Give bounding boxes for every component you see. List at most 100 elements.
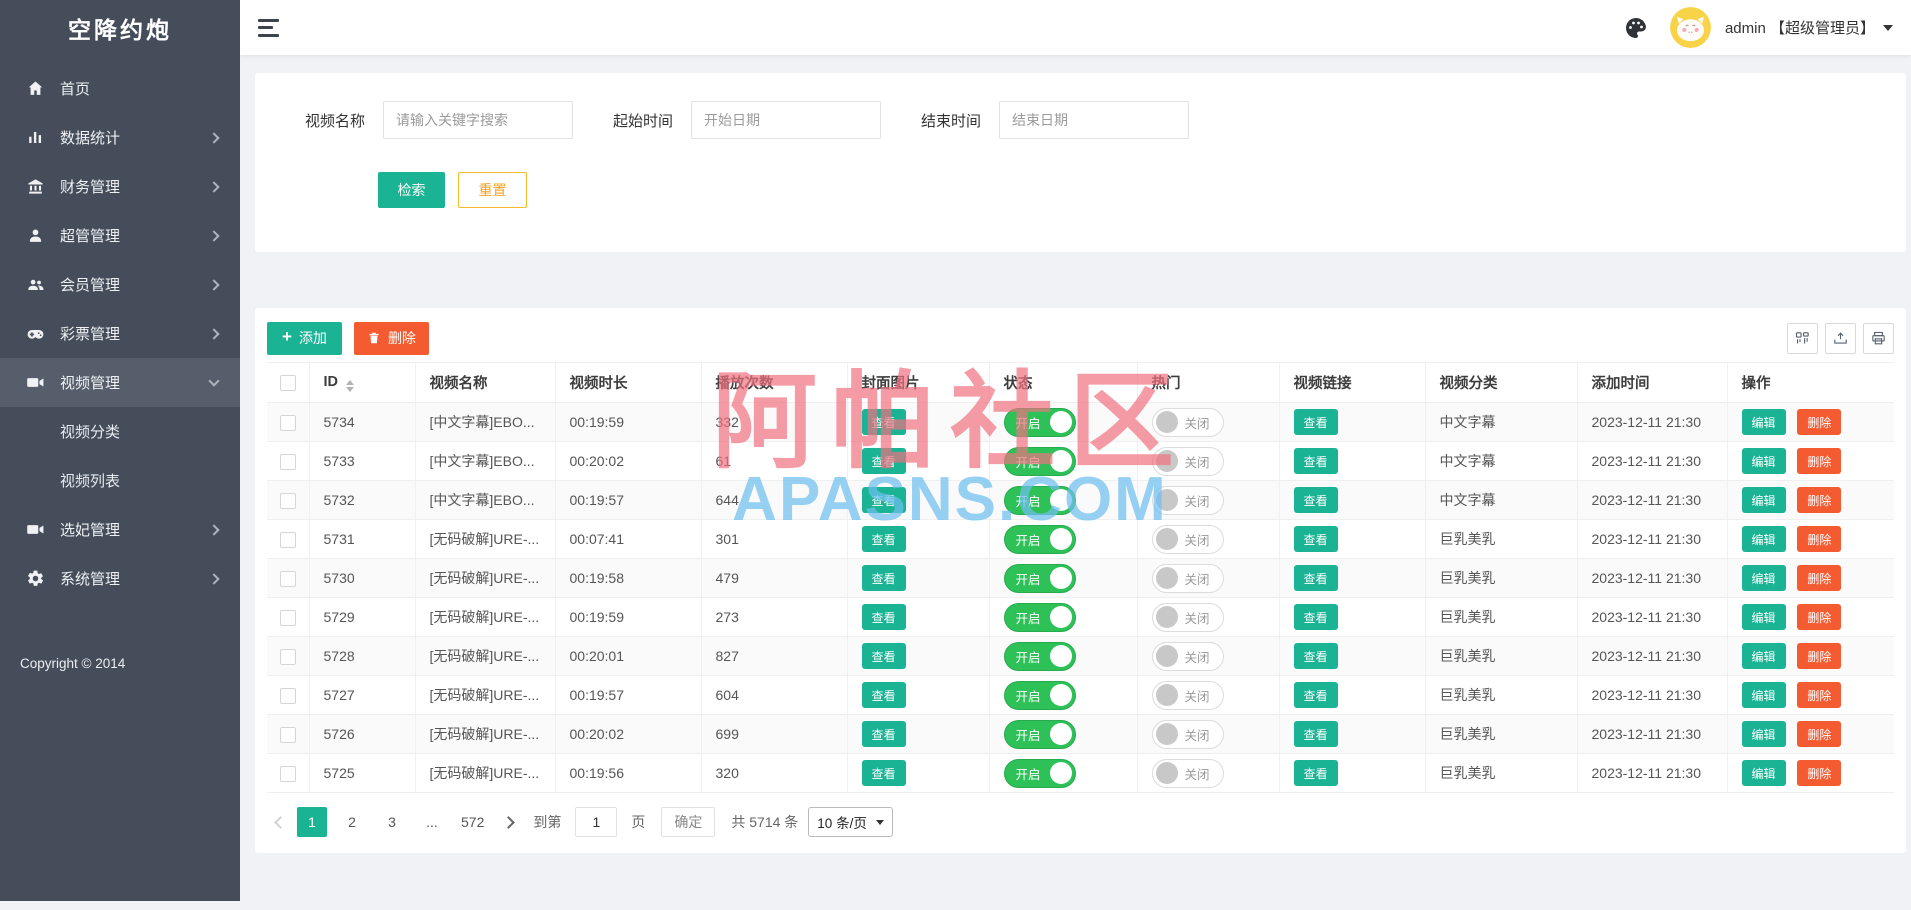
goto-confirm-button[interactable]: 确定 (661, 807, 715, 837)
row-delete-button[interactable]: 删除 (1797, 721, 1841, 747)
status-toggle-on[interactable]: 开启 (1004, 408, 1076, 437)
link-view-button[interactable]: 查看 (1294, 526, 1338, 552)
row-delete-button[interactable]: 删除 (1797, 409, 1841, 435)
print-button[interactable] (1863, 323, 1894, 354)
hamburger-menu-icon[interactable] (258, 19, 284, 37)
cover-view-button[interactable]: 查看 (862, 409, 906, 435)
header-id[interactable]: ID (309, 363, 415, 403)
sidebar-item-home[interactable]: 首页 (0, 64, 240, 113)
row-delete-button[interactable]: 删除 (1797, 643, 1841, 669)
columns-filter-button[interactable] (1787, 323, 1818, 354)
cover-view-button[interactable]: 查看 (862, 448, 906, 474)
page-number[interactable]: 3 (377, 807, 407, 837)
row-delete-button[interactable]: 删除 (1797, 448, 1841, 474)
end-date-input[interactable] (999, 101, 1189, 139)
per-page-select[interactable]: 10 条/页 (808, 807, 893, 837)
edit-button[interactable]: 编辑 (1742, 448, 1786, 474)
row-delete-button[interactable]: 删除 (1797, 526, 1841, 552)
status-toggle-on[interactable]: 开启 (1004, 486, 1076, 515)
edit-button[interactable]: 编辑 (1742, 760, 1786, 786)
theme-palette-icon[interactable] (1624, 16, 1648, 40)
next-page-icon[interactable] (502, 816, 515, 829)
cover-view-button[interactable]: 查看 (862, 760, 906, 786)
row-delete-button[interactable]: 删除 (1797, 604, 1841, 630)
link-view-button[interactable]: 查看 (1294, 448, 1338, 474)
row-checkbox[interactable] (280, 493, 296, 509)
edit-button[interactable]: 编辑 (1742, 409, 1786, 435)
user-menu[interactable]: admin 【超级管理员】 (1725, 17, 1893, 38)
sidebar-item-superadmin[interactable]: 超管管理 (0, 211, 240, 260)
sidebar-item-girls[interactable]: 选妃管理 (0, 505, 240, 554)
hot-toggle-off[interactable]: 关闭 (1152, 525, 1224, 554)
status-toggle-on[interactable]: 开启 (1004, 525, 1076, 554)
row-delete-button[interactable]: 删除 (1797, 565, 1841, 591)
link-view-button[interactable]: 查看 (1294, 604, 1338, 630)
page-number[interactable]: 572 (457, 807, 488, 837)
hot-toggle-off[interactable]: 关闭 (1152, 759, 1224, 788)
page-number[interactable]: 2 (337, 807, 367, 837)
reset-button[interactable]: 重置 (458, 172, 527, 208)
video-name-input[interactable] (383, 101, 573, 139)
edit-button[interactable]: 编辑 (1742, 565, 1786, 591)
sidebar-item-stats[interactable]: 数据统计 (0, 113, 240, 162)
row-checkbox[interactable] (280, 571, 296, 587)
status-toggle-on[interactable]: 开启 (1004, 681, 1076, 710)
row-delete-button[interactable]: 删除 (1797, 487, 1841, 513)
prev-page-icon[interactable] (274, 816, 287, 829)
cover-view-button[interactable]: 查看 (862, 721, 906, 747)
row-delete-button[interactable]: 删除 (1797, 760, 1841, 786)
edit-button[interactable]: 编辑 (1742, 721, 1786, 747)
status-toggle-on[interactable]: 开启 (1004, 759, 1076, 788)
link-view-button[interactable]: 查看 (1294, 760, 1338, 786)
status-toggle-on[interactable]: 开启 (1004, 447, 1076, 476)
user-avatar[interactable] (1670, 7, 1711, 48)
cover-view-button[interactable]: 查看 (862, 643, 906, 669)
edit-button[interactable]: 编辑 (1742, 487, 1786, 513)
start-date-input[interactable] (691, 101, 881, 139)
link-view-button[interactable]: 查看 (1294, 409, 1338, 435)
hot-toggle-off[interactable]: 关闭 (1152, 681, 1224, 710)
hot-toggle-off[interactable]: 关闭 (1152, 603, 1224, 632)
cover-view-button[interactable]: 查看 (862, 604, 906, 630)
row-checkbox[interactable] (280, 415, 296, 431)
sidebar-subitem-video-list[interactable]: 视频列表 (0, 456, 240, 505)
select-all-checkbox[interactable] (280, 375, 296, 391)
row-checkbox[interactable] (280, 766, 296, 782)
link-view-button[interactable]: 查看 (1294, 721, 1338, 747)
goto-page-input[interactable] (575, 807, 617, 837)
link-view-button[interactable]: 查看 (1294, 682, 1338, 708)
row-checkbox[interactable] (280, 532, 296, 548)
row-checkbox[interactable] (280, 454, 296, 470)
hot-toggle-off[interactable]: 关闭 (1152, 447, 1224, 476)
cover-view-button[interactable]: 查看 (862, 682, 906, 708)
edit-button[interactable]: 编辑 (1742, 643, 1786, 669)
hot-toggle-off[interactable]: 关闭 (1152, 642, 1224, 671)
cover-view-button[interactable]: 查看 (862, 565, 906, 591)
edit-button[interactable]: 编辑 (1742, 682, 1786, 708)
edit-button[interactable]: 编辑 (1742, 526, 1786, 552)
status-toggle-on[interactable]: 开启 (1004, 642, 1076, 671)
link-view-button[interactable]: 查看 (1294, 487, 1338, 513)
row-checkbox[interactable] (280, 688, 296, 704)
sidebar-item-finance[interactable]: 财务管理 (0, 162, 240, 211)
cover-view-button[interactable]: 查看 (862, 526, 906, 552)
hot-toggle-off[interactable]: 关闭 (1152, 720, 1224, 749)
row-checkbox[interactable] (280, 649, 296, 665)
status-toggle-on[interactable]: 开启 (1004, 603, 1076, 632)
export-button[interactable] (1825, 323, 1856, 354)
hot-toggle-off[interactable]: 关闭 (1152, 486, 1224, 515)
add-button[interactable]: + 添加 (267, 322, 342, 355)
edit-button[interactable]: 编辑 (1742, 604, 1786, 630)
row-delete-button[interactable]: 删除 (1797, 682, 1841, 708)
sort-icon[interactable] (346, 380, 354, 392)
status-toggle-on[interactable]: 开启 (1004, 564, 1076, 593)
link-view-button[interactable]: 查看 (1294, 643, 1338, 669)
row-checkbox[interactable] (280, 727, 296, 743)
delete-button[interactable]: 删除 (354, 322, 429, 355)
status-toggle-on[interactable]: 开启 (1004, 720, 1076, 749)
sidebar-item-system[interactable]: 系统管理 (0, 554, 240, 603)
cover-view-button[interactable]: 查看 (862, 487, 906, 513)
link-view-button[interactable]: 查看 (1294, 565, 1338, 591)
page-number[interactable]: 1 (297, 807, 327, 837)
page-number[interactable]: ... (417, 807, 447, 837)
